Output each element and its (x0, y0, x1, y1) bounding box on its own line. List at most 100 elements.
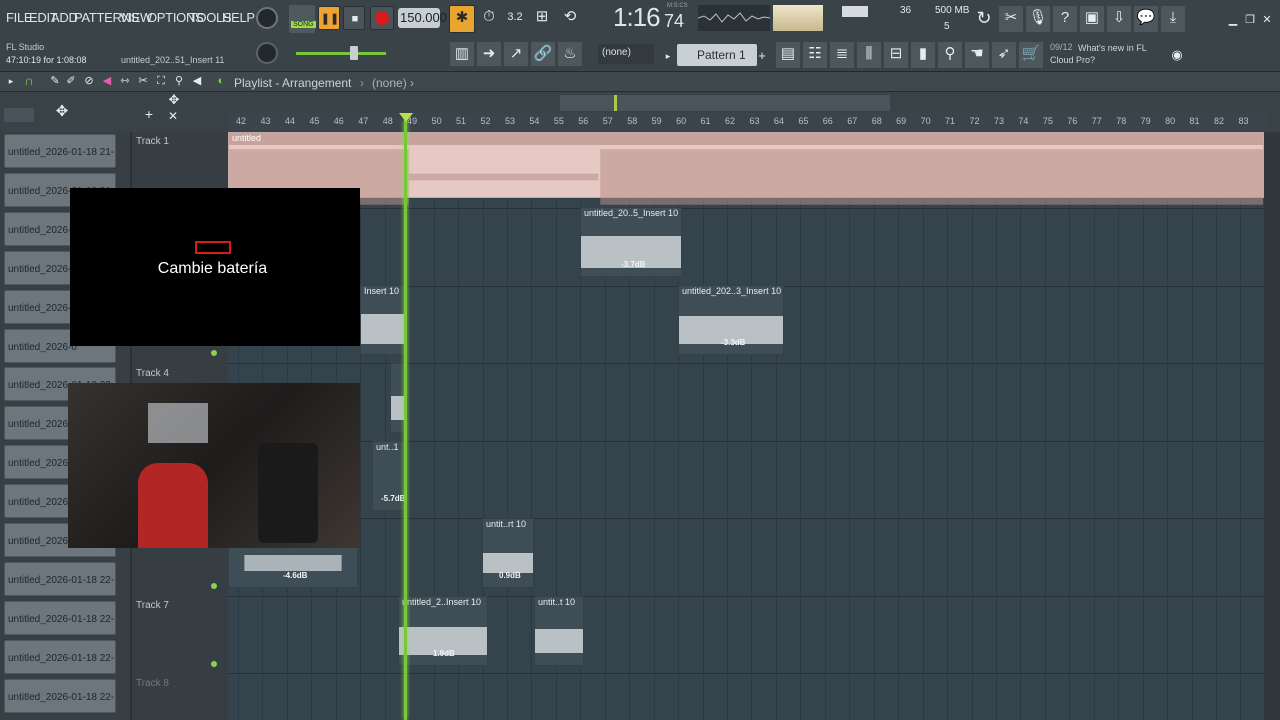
pencil-icon[interactable]: ✎ (48, 69, 62, 93)
vertical-scrollbar[interactable] (1264, 132, 1280, 720)
track-7-led[interactable] (211, 661, 217, 667)
file-icon[interactable]: ▮ (911, 42, 935, 68)
playhead-marker-icon[interactable] (399, 113, 413, 122)
track-name-item[interactable]: untitled_2026-01-18 21-... (4, 134, 116, 168)
plugin-icon[interactable]: ⚲ (938, 42, 962, 68)
stream-overlay: Cambie batería (70, 188, 360, 346)
playlist-grid[interactable]: untitled untitled_20..5_Insert 10 -3.7dB… (228, 132, 1264, 720)
wait-input-icon[interactable]: ⏱ (477, 5, 501, 31)
arrow-right-icon[interactable]: ➜ (477, 42, 501, 66)
save-icon[interactable]: ▣ (1080, 6, 1104, 32)
sample-icon[interactable]: ➶ (992, 42, 1016, 68)
clip-label: untitled (229, 133, 1263, 145)
track-6-led[interactable] (211, 583, 217, 589)
metronome-button[interactable]: ✱ (449, 5, 475, 33)
track-3-led[interactable] (211, 350, 217, 356)
magnet-icon[interactable]: ∩ (22, 69, 36, 93)
browser-icon[interactable]: ⊟ (884, 42, 908, 68)
track-name-item[interactable]: untitled_2026-01-18 22-... (4, 678, 116, 713)
chat-icon[interactable]: 💬 (1134, 6, 1158, 32)
master-volume-knob[interactable] (256, 7, 278, 29)
speaker-icon[interactable]: ◀ (190, 69, 204, 93)
microphone-icon[interactable]: 🎙 (1026, 6, 1050, 32)
sliders-icon[interactable]: ⫼ (857, 42, 881, 68)
horizontal-scroller[interactable] (560, 95, 890, 111)
news-text[interactable]: What's new in FL Cloud Pro? (1050, 42, 1160, 66)
track-header-4[interactable]: Track 4 (132, 364, 228, 383)
menu-arrow-icon[interactable]: ▸ (4, 69, 18, 93)
record-button[interactable] (370, 6, 394, 30)
countdown-icon[interactable]: 3.2 (503, 5, 527, 31)
download-icon[interactable]: ⤓ (1161, 6, 1185, 32)
battery-icon (195, 241, 231, 254)
playhead[interactable] (404, 120, 407, 720)
channel-selector[interactable]: (none) (598, 44, 654, 64)
audio-clip-insert-10-a[interactable]: untitled_20..5_Insert 10 -3.7dB (580, 207, 682, 277)
ruler-tick: 67 (847, 116, 858, 126)
loop-record-icon[interactable]: ⟲ (558, 5, 582, 31)
prev-pattern-icon[interactable]: ▸ (662, 44, 674, 64)
brush-icon[interactable]: ✐ (64, 69, 78, 93)
add-pattern-icon[interactable]: + (756, 44, 768, 66)
mute-tool-icon[interactable]: ◀ (100, 69, 114, 93)
pause-button[interactable]: ❚❚ (318, 6, 340, 30)
restore-icon[interactable]: ❐ (1243, 8, 1257, 28)
help-icon[interactable]: ? (1053, 6, 1077, 32)
edit-tool-icon[interactable]: ↗ (504, 42, 528, 66)
ruler-tick: 54 (529, 116, 540, 126)
mixer-icon[interactable]: ≣ (830, 42, 854, 68)
pattern-song-toggle[interactable]: SONG (289, 5, 316, 33)
audio-clip-insert-10-d[interactable]: untitled_2..Insert 10 1.9dB (398, 596, 488, 666)
ruler-tick: 83 (1238, 116, 1249, 126)
link-icon[interactable]: 🔗 (531, 42, 555, 66)
ruler-tick: 46 (333, 116, 344, 126)
slip-icon[interactable]: ⇿ (118, 69, 132, 93)
track-name-item[interactable]: untitled_2026-01-18 22-... (4, 561, 116, 596)
cut-tool-icon[interactable]: ✂ (999, 6, 1023, 32)
pattern-selector[interactable]: Pattern 1 (677, 44, 757, 66)
playlist-icon[interactable]: ▤ (776, 42, 800, 68)
stop-button[interactable]: ■ (343, 6, 365, 30)
track-header-1[interactable]: Track 1 (132, 132, 228, 151)
step-edit-icon[interactable]: ⊞ (530, 5, 554, 31)
track-name-item[interactable]: untitled_2026-01-18 22-... (4, 639, 116, 674)
audio-clip-unt-1[interactable]: unt..1 -5.7dB (372, 441, 408, 511)
master-volume-slider[interactable] (296, 52, 386, 55)
audio-clip-insert-10-b[interactable]: untitled_202..3_Insert 10 -3.3dB (678, 285, 784, 355)
track-header-7[interactable]: Track 7 (132, 596, 228, 615)
tracks-toggle[interactable] (4, 108, 34, 122)
add-track-icon[interactable]: + (142, 102, 156, 122)
audio-clip-untit-rt-10[interactable]: untit..rt 10 0.9dB (482, 518, 534, 588)
ruler-tick: 74 (1018, 116, 1029, 126)
track-header-8[interactable]: Track 8 (132, 674, 228, 693)
menu-help[interactable]: HELP (222, 10, 255, 25)
zoom-arrows-icon[interactable]: ✥ (52, 100, 72, 120)
clip-label: unt..1 (376, 442, 399, 452)
tempo-display[interactable]: 150.000 (398, 8, 447, 28)
channel-rack-icon[interactable]: ☷ (803, 42, 827, 68)
close-icon[interactable]: ✕ (1260, 8, 1274, 28)
minimize-icon[interactable]: ▁ (1226, 8, 1240, 28)
master-pitch-knob[interactable] (256, 42, 278, 64)
slice-icon[interactable]: ✂ (136, 69, 150, 93)
touch-icon[interactable]: ☚ (965, 42, 989, 68)
audio-clip-untitled[interactable]: untitled (228, 132, 1264, 205)
playlist-play-icon[interactable]: ◐ (214, 69, 228, 93)
piano-roll-icon[interactable]: ▥ (450, 42, 474, 66)
export-icon[interactable]: ⇩ (1107, 6, 1131, 32)
clip-waveform (399, 627, 487, 655)
globe-icon[interactable]: ◉ (1168, 43, 1186, 65)
audio-clip-insert-10-c[interactable]: Insert 10 (360, 285, 406, 355)
move-icon[interactable]: ✥ (164, 88, 184, 108)
stamp-icon[interactable]: ♨ (558, 42, 582, 66)
volume-slider-handle[interactable] (350, 46, 358, 60)
delete-icon[interactable]: ⊘ (82, 69, 96, 93)
shop-icon[interactable]: 🛒 (1019, 42, 1043, 68)
ruler-tick: 43 (260, 116, 271, 126)
session-elapsed: 47:10:19 for 1:08:08 (6, 55, 87, 65)
timeline-ruler[interactable]: 42 43 44 45 46 47 48 49 50 51 52 53 54 55 56 57 58 59 60 61… (228, 113, 1268, 131)
audio-clip-untit-t-10[interactable]: untit..t 10 (534, 596, 584, 666)
track-row (228, 675, 1264, 720)
undo-history-icon[interactable]: ↻ (972, 6, 996, 32)
track-name-item[interactable]: untitled_2026-01-18 22-... (4, 600, 116, 635)
